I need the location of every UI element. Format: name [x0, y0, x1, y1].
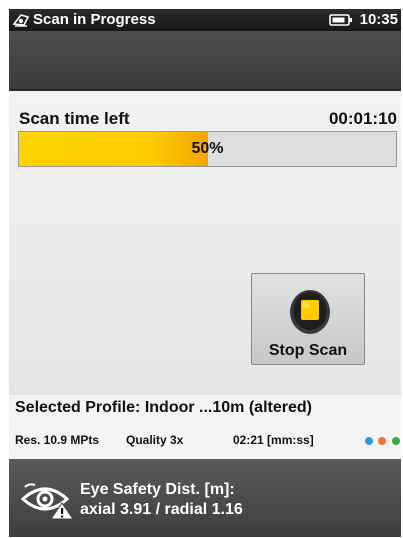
status-indicator-dots [365, 432, 401, 450]
scan-time-left-value: 00:01:10 [328, 109, 397, 128]
eye-safety-values: axial 3.91 / radial 1.16 [80, 501, 243, 518]
window-title: Scan in Progress [33, 11, 156, 28]
scan-progress-bar: 50% [18, 131, 397, 167]
status-clock: 10:35 [359, 11, 398, 28]
indicator-dot-green [391, 437, 400, 445]
battery-icon [329, 13, 353, 31]
scanner-app-icon [12, 12, 30, 32]
stop-scan-button[interactable]: Stop Scan [251, 273, 365, 365]
status-bar: Scan in Progress 10:35 [9, 9, 401, 31]
indicator-dot-orange [378, 437, 387, 445]
resolution-stat: Res. 10.9 MPts [15, 433, 100, 447]
stop-scan-label: Stop Scan [268, 342, 348, 359]
stop-icon [288, 286, 332, 336]
selected-profile-text: Selected Profile: Indoor ...10m (altered… [15, 399, 312, 416]
eye-safety-warning-icon [20, 481, 75, 526]
quality-stat: Quality 3x [126, 433, 184, 447]
scan-time-left-label: Scan time left [19, 109, 130, 128]
eye-safety-title: Eye Safety Dist. [m]: [80, 481, 235, 498]
device-screen: Scan in Progress 10:35 Scan time left 00… [9, 9, 401, 537]
indicator-dot-blue [365, 437, 373, 445]
header-band [9, 31, 401, 91]
scan-progress-text: 50% [191, 140, 224, 157]
duration-stat: 02:21 [mm:ss] [233, 433, 314, 447]
